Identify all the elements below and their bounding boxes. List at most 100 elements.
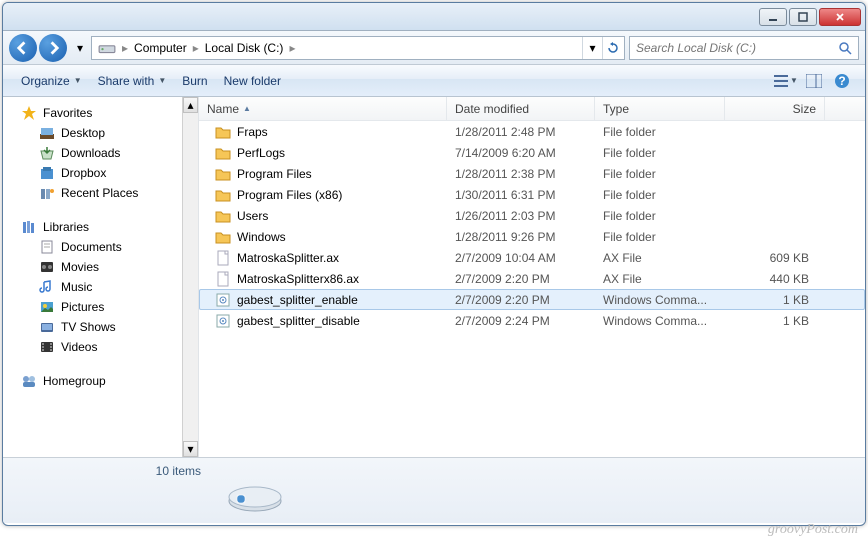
watermark: groovyPost.com bbox=[768, 522, 858, 538]
details-pane: 10 items bbox=[3, 457, 865, 523]
file-row[interactable]: Users 1/26/2011 2:03 PM File folder bbox=[199, 205, 865, 226]
breadcrumb-sep-icon: ▸ bbox=[287, 41, 297, 55]
sidebar-favorites-header[interactable]: Favorites bbox=[3, 103, 198, 123]
file-type: Windows Comma... bbox=[595, 314, 725, 328]
explorer-window: ▾ ▸ Computer ▸ Local Disk (C:) ▸ ▾ Organ… bbox=[2, 2, 866, 526]
svg-text:?: ? bbox=[838, 74, 845, 88]
chevron-down-icon: ▼ bbox=[158, 76, 166, 85]
file-date: 2/7/2009 2:24 PM bbox=[447, 314, 595, 328]
cmd-icon bbox=[215, 313, 231, 329]
sidebar-item[interactable]: Desktop bbox=[3, 123, 198, 143]
sidebar-item-icon bbox=[39, 145, 55, 161]
file-row[interactable]: PerfLogs 7/14/2009 6:20 AM File folder bbox=[199, 142, 865, 163]
sidebar-item[interactable]: Downloads bbox=[3, 143, 198, 163]
refresh-button[interactable] bbox=[602, 37, 622, 59]
breadcrumb-localdisk[interactable]: Local Disk (C:) bbox=[201, 37, 288, 59]
sidebar-item-label: Pictures bbox=[61, 300, 104, 314]
sidebar-group-label: Libraries bbox=[43, 220, 89, 234]
content-area: Favorites Desktop Downloads Dropbox Recent … bbox=[3, 97, 865, 457]
sidebar-item-icon bbox=[39, 165, 55, 181]
column-size[interactable]: Size bbox=[725, 97, 825, 120]
file-row[interactable]: gabest_splitter_disable 2/7/2009 2:24 PM… bbox=[199, 310, 865, 331]
titlebar[interactable] bbox=[3, 3, 865, 31]
help-button[interactable]: ? bbox=[829, 70, 855, 92]
organize-menu[interactable]: Organize▼ bbox=[13, 70, 90, 92]
file-row[interactable]: Windows 1/28/2011 9:26 PM File folder bbox=[199, 226, 865, 247]
file-name: Program Files bbox=[237, 167, 312, 181]
file-icon bbox=[215, 250, 231, 266]
folder-icon bbox=[215, 124, 231, 140]
sidebar-scrollbar[interactable]: ▴ ▾ bbox=[182, 97, 198, 457]
folder-icon bbox=[215, 187, 231, 203]
sidebar-libraries-header[interactable]: Libraries bbox=[3, 217, 198, 237]
file-date: 1/30/2011 6:31 PM bbox=[447, 188, 595, 202]
maximize-button[interactable] bbox=[789, 8, 817, 26]
file-row[interactable]: Program Files 1/28/2011 2:38 PM File fol… bbox=[199, 163, 865, 184]
file-date: 1/28/2011 2:38 PM bbox=[447, 167, 595, 181]
file-type: AX File bbox=[595, 251, 725, 265]
sidebar-item-icon bbox=[39, 299, 55, 315]
column-type[interactable]: Type bbox=[595, 97, 725, 120]
new-folder-button[interactable]: New folder bbox=[216, 70, 289, 92]
view-options-button[interactable]: ▼ bbox=[773, 70, 799, 92]
file-row[interactable]: Fraps 1/28/2011 2:48 PM File folder bbox=[199, 121, 865, 142]
file-type: File folder bbox=[595, 167, 725, 181]
sidebar-group-label: Favorites bbox=[43, 106, 92, 120]
sidebar-item-label: Documents bbox=[61, 240, 122, 254]
folder-icon bbox=[215, 229, 231, 245]
sidebar-item-label: Dropbox bbox=[61, 166, 106, 180]
command-bar: Organize▼ Share with▼ Burn New folder ▼ … bbox=[3, 65, 865, 97]
sidebar-item[interactable]: Documents bbox=[3, 237, 198, 257]
file-row[interactable]: MatroskaSplitterx86.ax 2/7/2009 2:20 PM … bbox=[199, 268, 865, 289]
scroll-up-icon[interactable]: ▴ bbox=[183, 97, 198, 113]
sidebar-item[interactable]: TV Shows bbox=[3, 317, 198, 337]
close-button[interactable] bbox=[819, 8, 861, 26]
file-type: File folder bbox=[595, 230, 725, 244]
sidebar-item[interactable]: Recent Places bbox=[3, 183, 198, 203]
breadcrumb-sep-icon: ▸ bbox=[120, 41, 130, 55]
folder-icon bbox=[215, 208, 231, 224]
file-name: Users bbox=[237, 209, 268, 223]
sidebar-item-label: Desktop bbox=[61, 126, 105, 140]
search-box[interactable] bbox=[629, 36, 859, 60]
address-bar[interactable]: ▸ Computer ▸ Local Disk (C:) ▸ ▾ bbox=[91, 36, 625, 60]
column-name[interactable]: Name▲ bbox=[199, 97, 447, 120]
file-name: Fraps bbox=[237, 125, 268, 139]
sidebar-item[interactable]: Music bbox=[3, 277, 198, 297]
sidebar-item-icon bbox=[39, 279, 55, 295]
column-date[interactable]: Date modified bbox=[447, 97, 595, 120]
minimize-button[interactable] bbox=[759, 8, 787, 26]
forward-button[interactable] bbox=[39, 34, 67, 62]
sidebar-item[interactable]: Videos bbox=[3, 337, 198, 357]
back-button[interactable] bbox=[9, 34, 37, 62]
file-date: 7/14/2009 6:20 AM bbox=[447, 146, 595, 160]
breadcrumb-computer[interactable]: Computer bbox=[130, 37, 191, 59]
preview-pane-button[interactable] bbox=[801, 70, 827, 92]
file-row[interactable]: MatroskaSplitter.ax 2/7/2009 10:04 AM AX… bbox=[199, 247, 865, 268]
sidebar-item[interactable]: Movies bbox=[3, 257, 198, 277]
file-date: 1/28/2011 2:48 PM bbox=[447, 125, 595, 139]
sidebar-homegroup-header[interactable]: Homegroup bbox=[3, 371, 198, 391]
drive-large-icon bbox=[227, 467, 283, 515]
drive-icon bbox=[98, 39, 116, 57]
sidebar-item-label: Videos bbox=[61, 340, 97, 354]
sidebar-item[interactable]: Dropbox bbox=[3, 163, 198, 183]
sidebar-item-icon bbox=[39, 239, 55, 255]
search-input[interactable] bbox=[636, 41, 838, 55]
file-list: Name▲ Date modified Type Size Fraps 1/28… bbox=[199, 97, 865, 457]
file-type: File folder bbox=[595, 146, 725, 160]
file-row[interactable]: gabest_splitter_enable 2/7/2009 2:20 PM … bbox=[199, 289, 865, 310]
burn-button[interactable]: Burn bbox=[174, 70, 215, 92]
sidebar-item-icon bbox=[39, 319, 55, 335]
address-dropdown-icon[interactable]: ▾ bbox=[582, 37, 602, 59]
file-type: AX File bbox=[595, 272, 725, 286]
scroll-down-icon[interactable]: ▾ bbox=[183, 441, 198, 457]
file-row[interactable]: Program Files (x86) 1/30/2011 6:31 PM Fi… bbox=[199, 184, 865, 205]
file-type: File folder bbox=[595, 125, 725, 139]
sort-asc-icon: ▲ bbox=[243, 104, 251, 113]
sidebar-item[interactable]: Pictures bbox=[3, 297, 198, 317]
share-menu[interactable]: Share with▼ bbox=[90, 70, 175, 92]
column-headers: Name▲ Date modified Type Size bbox=[199, 97, 865, 121]
history-dropdown-icon[interactable]: ▾ bbox=[73, 39, 87, 57]
file-date: 1/28/2011 9:26 PM bbox=[447, 230, 595, 244]
